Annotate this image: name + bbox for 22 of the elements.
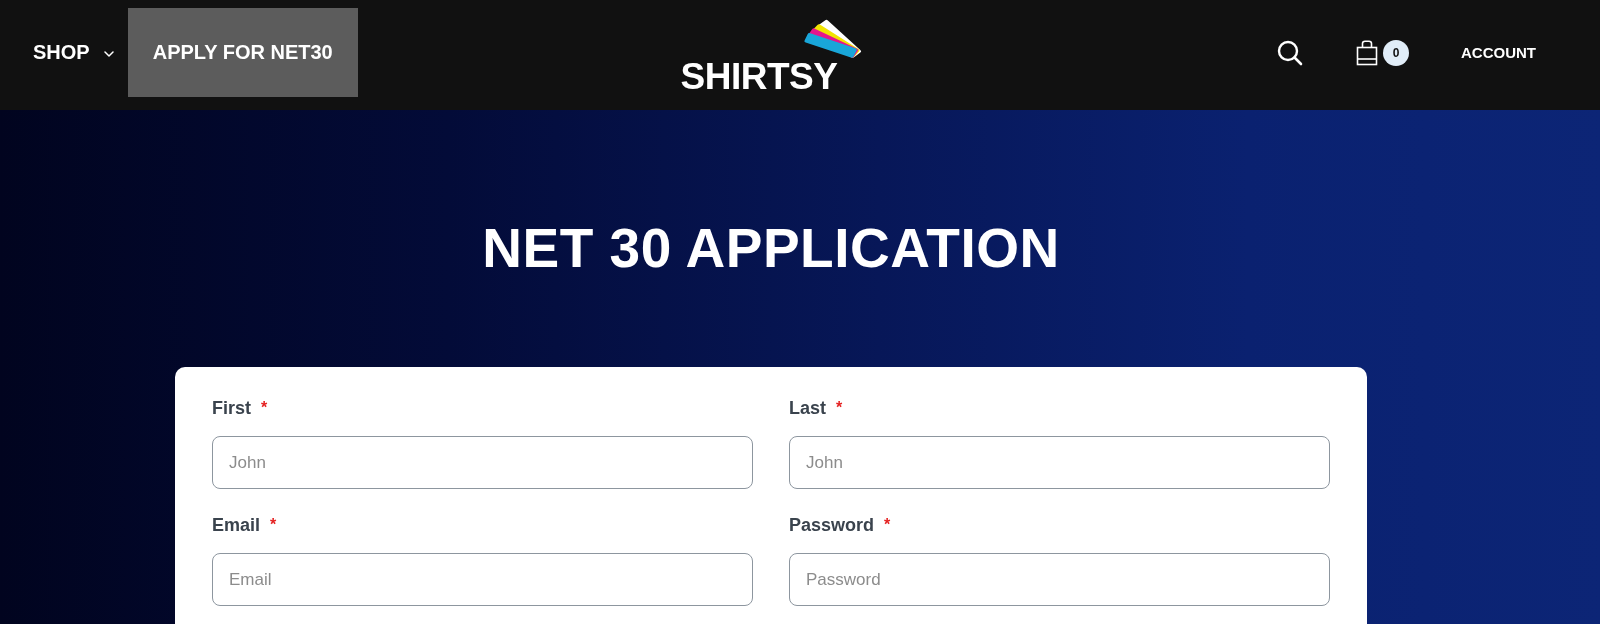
required-mark: * (270, 515, 277, 535)
cart-count-badge: 0 (1383, 39, 1409, 66)
field-label: Last (789, 397, 826, 420)
fanned-cards-icon[interactable] (803, 18, 864, 59)
account-link[interactable]: ACCOUNT (1461, 44, 1536, 61)
field-label: Email (212, 514, 261, 537)
nav-dropdown-link[interactable]: SHOP (8, 8, 128, 97)
input-field[interactable]: Email (212, 553, 753, 606)
logo-wordmark[interactable]: SHIRTSY (680, 57, 838, 95)
required-mark: * (884, 515, 891, 535)
page-title: NET 30 APPLICATION (481, 216, 1061, 281)
input-field[interactable]: John (212, 436, 753, 489)
required-mark: * (261, 398, 268, 418)
nav-link[interactable]: APPLY FOR NET30 (127, 8, 358, 97)
input-field[interactable]: John (789, 436, 1330, 489)
shopping-bag-icon[interactable] (1356, 39, 1378, 66)
field-label: Password (789, 514, 875, 537)
field-label: First (212, 397, 251, 420)
search-icon[interactable] (1277, 39, 1303, 66)
required-mark: * (836, 398, 843, 418)
chevron-down-icon[interactable] (103, 50, 114, 57)
input-field[interactable]: Password (789, 553, 1330, 606)
